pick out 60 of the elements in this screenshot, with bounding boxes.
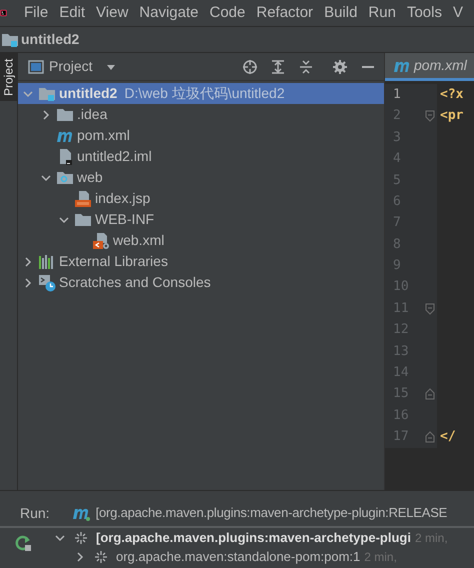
menu-item[interactable]: V: [452, 2, 463, 24]
run-item-label: [org.apache.maven.plugins:maven-archetype-plugi: [96, 528, 411, 547]
module-path: D:\web 垃圾代码\untitled2: [124, 84, 285, 103]
menu-item[interactable]: Edit: [59, 2, 86, 24]
code-text: <?x: [439, 86, 464, 104]
tree-item-label: pom.xml: [77, 126, 130, 145]
rerun-icon: [15, 534, 33, 552]
tree-row[interactable]: index.jsp: [18, 188, 384, 209]
menu-item[interactable]: Run: [368, 2, 396, 24]
spinner-icon: [74, 530, 88, 544]
collapse-all-icon: [298, 58, 314, 74]
line-number: 1: [392, 86, 402, 104]
panel-title: Project: [49, 57, 93, 76]
menu-item[interactable]: Build: [324, 2, 358, 24]
tree-item-label: WEB-INF: [95, 210, 154, 229]
tree-row[interactable]: pom.xml: [18, 125, 384, 146]
xml-file-icon: [92, 232, 110, 250]
tree-item-label: untitled2.iml: [77, 147, 152, 166]
jsp-file-icon: [74, 190, 92, 208]
tree-item-label: Scratches and Consoles: [59, 273, 211, 292]
fold-marker-icon: [425, 110, 435, 122]
tree-row[interactable]: untitled2 D:\web 垃圾代码\untitled2: [18, 83, 384, 104]
run-label: Run:: [20, 504, 50, 522]
project-title: untitled2: [21, 30, 80, 49]
tree-row[interactable]: untitled2.iml: [18, 146, 384, 167]
settings-icon: [332, 58, 348, 74]
tree-row[interactable]: .idea: [18, 104, 384, 125]
expand-all-icon: [270, 58, 286, 74]
menu-item[interactable]: Navigate: [139, 2, 198, 24]
menu-item[interactable]: Tools: [406, 2, 442, 24]
tree-item-label: .idea: [77, 105, 108, 124]
tree-row[interactable]: WEB-INF: [18, 209, 384, 230]
panel-icon: [28, 58, 44, 74]
editor-tab[interactable]: pom.xml: [385, 53, 474, 81]
menu-item[interactable]: Refactor: [256, 2, 314, 24]
tree-item-label: web.xml: [113, 231, 164, 250]
menu-item[interactable]: Code: [210, 2, 246, 24]
tree-item-label: index.jsp: [95, 189, 150, 208]
run-item-label: org.apache.maven:standalone-pom:pom:1: [116, 548, 360, 566]
library-icon: [38, 252, 56, 270]
tree-row[interactable]: External Libraries: [18, 251, 384, 272]
tree-row[interactable]: web.xml: [18, 230, 384, 251]
scratch-clock-icon: [38, 274, 56, 292]
side-tab[interactable]: Project: [0, 53, 17, 101]
fold-marker-icon: [425, 302, 435, 315]
tree-item-label: web: [77, 168, 103, 187]
minimize-icon: [362, 66, 374, 68]
tree-row[interactable]: web: [18, 167, 384, 188]
menu-item[interactable]: File: [24, 2, 48, 24]
code-text: <pr: [439, 107, 464, 126]
code-text: </: [439, 428, 456, 446]
spinner-icon: [94, 550, 108, 564]
tree-item-label: External Libraries: [59, 252, 168, 271]
tree-row[interactable]: Scratches and Consoles: [18, 272, 384, 293]
menu-item[interactable]: View: [96, 2, 128, 24]
fold-marker-icon: [425, 430, 435, 443]
run-tab[interactable]: [org.apache.maven.plugins:maven-archetype-plugin:RELEASE: [72, 503, 448, 523]
fold-marker-icon: [425, 388, 435, 400]
tree-item-label: untitled2: [59, 84, 118, 103]
crosshair-icon: [242, 58, 258, 74]
